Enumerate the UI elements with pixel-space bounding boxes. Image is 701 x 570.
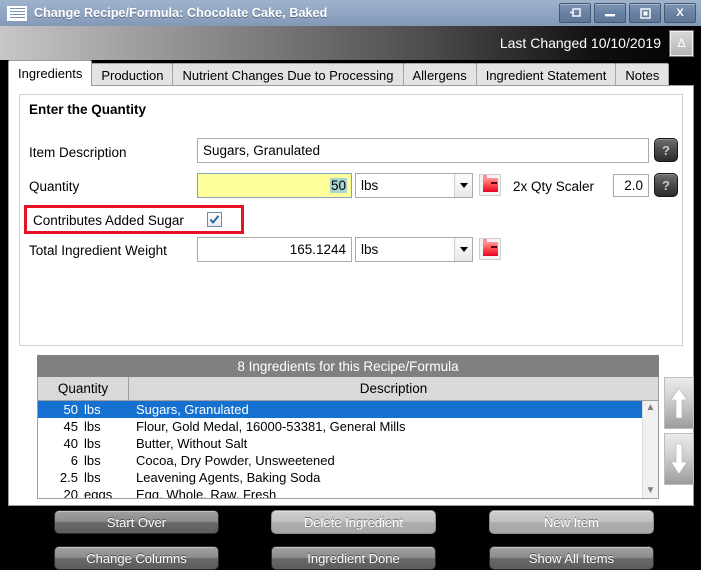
table-row[interactable]: 6 lbs Cocoa, Dry Powder, Unsweetened [38, 452, 642, 469]
move-down-arrow-icon[interactable] [664, 433, 694, 485]
row-unit: lbs [84, 453, 101, 468]
row-description: Butter, Without Salt [136, 436, 248, 451]
row-quantity: 20 [63, 487, 78, 499]
row-quantity: 2.5 [59, 470, 78, 485]
window-controls: X [559, 3, 701, 23]
ingredient-done-button[interactable]: Ingredient Done [271, 546, 436, 570]
total-weight-unit-value: lbs [361, 242, 379, 257]
application-window: Change Recipe/Formula: Chocolate Cake, B… [0, 0, 701, 570]
ingredients-panel: Enter the Quantity Item Description Suga… [8, 85, 694, 570]
row-quantity: 45 [63, 419, 78, 434]
row-description: Leavening Agents, Baking Soda [136, 470, 321, 485]
table-row[interactable]: 50 lbs Sugars, Granulated [38, 401, 642, 418]
chevron-down-icon[interactable] [454, 238, 472, 261]
qty-scaler-input[interactable]: 2.0 [613, 174, 649, 197]
total-ingredient-weight-input[interactable]: 165.1244 [197, 237, 352, 262]
quantity-unit-select[interactable]: lbs [355, 173, 473, 198]
document-lines-icon [0, 0, 34, 26]
list-scrollbar[interactable]: ▲ ▼ [642, 401, 658, 498]
table-row[interactable]: 2.5 lbs Leavening Agents, Baking Soda [38, 469, 642, 486]
ingredients-rows-viewport: 50 lbs Sugars, Granulated 45 lbs Flour, … [37, 401, 659, 499]
row-unit: eggs [84, 487, 113, 499]
total-weight-scale-icon[interactable] [479, 238, 501, 260]
column-header-description: Description [359, 381, 428, 396]
item-description-label: Item Description [29, 145, 127, 160]
tab-ingredient-statement[interactable]: Ingredient Statement [475, 63, 617, 86]
row-unit: lbs [84, 436, 101, 451]
tab-ingredients[interactable]: Ingredients [8, 60, 93, 86]
tab-nutrient-changes[interactable]: Nutrient Changes Due to Processing [172, 63, 404, 86]
maximize-button[interactable] [629, 3, 661, 23]
row-description: Flour, Gold Medal, 16000-53381, General … [136, 419, 406, 434]
quantity-value: 50 [329, 178, 347, 193]
contributes-added-sugar-label: Contributes Added Sugar [33, 213, 184, 228]
scroll-down-arrow-icon[interactable]: ▼ [646, 484, 656, 498]
total-ingredient-weight-label: Total Ingredient Weight [29, 243, 167, 258]
reorder-buttons [664, 355, 694, 502]
row-description: Egg, Whole, Raw, Fresh [136, 487, 277, 499]
ingredients-rows: 50 lbs Sugars, Granulated 45 lbs Flour, … [38, 401, 642, 499]
table-row[interactable]: 40 lbs Butter, Without Salt [38, 435, 642, 452]
row-unit: lbs [84, 470, 101, 485]
last-changed-text: Last Changed 10/10/2019 [499, 35, 661, 51]
scroll-up-arrow-icon[interactable]: ▲ [646, 401, 656, 415]
row-description: Cocoa, Dry Powder, Unsweetened [136, 453, 335, 468]
minimize-button[interactable] [594, 3, 626, 23]
triangle-button[interactable]: Δ [669, 29, 694, 57]
item-description-input[interactable]: Sugars, Granulated [197, 138, 649, 163]
tab-production[interactable]: Production [91, 63, 174, 86]
row-unit: lbs [84, 419, 101, 434]
row-quantity: 50 [63, 402, 78, 417]
table-row[interactable]: 20 eggs Egg, Whole, Raw, Fresh [38, 486, 642, 499]
ingredients-list: 8 Ingredients for this Recipe/Formula Qu… [37, 355, 659, 502]
pin-icon-button[interactable] [559, 3, 591, 23]
window-title: Change Recipe/Formula: Chocolate Cake, B… [34, 6, 328, 20]
row-unit: lbs [84, 402, 101, 417]
item-description-help-button[interactable]: ? [654, 138, 678, 162]
quantity-unit-value: lbs [361, 178, 379, 193]
scale-icon[interactable] [479, 174, 501, 196]
close-button[interactable]: X [664, 3, 696, 23]
row-quantity: 6 [70, 453, 78, 468]
group-title: Enter the Quantity [29, 102, 147, 117]
row-quantity: 40 [63, 436, 78, 451]
quantity-label: Quantity [29, 179, 80, 194]
tab-allergens[interactable]: Allergens [402, 63, 477, 86]
tab-notes[interactable]: Notes [615, 63, 670, 86]
chevron-down-icon[interactable] [454, 174, 472, 197]
row-description: Sugars, Granulated [136, 402, 249, 417]
tab-strip: Ingredients Production Nutrient Changes … [0, 60, 701, 86]
ingredients-column-headers: Quantity Description [37, 377, 659, 401]
contributes-added-sugar-checkbox[interactable] [207, 212, 222, 227]
total-weight-unit-select[interactable]: lbs [355, 237, 473, 262]
move-up-arrow-icon[interactable] [664, 377, 694, 429]
change-columns-button[interactable]: Change Columns [54, 546, 219, 570]
column-header-quantity: Quantity [38, 377, 129, 400]
title-bar: Change Recipe/Formula: Chocolate Cake, B… [0, 0, 701, 27]
quantity-help-button[interactable]: ? [654, 173, 678, 197]
show-all-items-button[interactable]: Show All Items [489, 546, 654, 570]
ingredients-list-header: 8 Ingredients for this Recipe/Formula [37, 355, 659, 377]
last-changed-bar: Last Changed 10/10/2019 Δ [0, 26, 701, 60]
quantity-input[interactable]: 50 [197, 173, 352, 198]
table-row[interactable]: 45 lbs Flour, Gold Medal, 16000-53381, G… [38, 418, 642, 435]
qty-scaler-label: 2x Qty Scaler [513, 179, 595, 194]
